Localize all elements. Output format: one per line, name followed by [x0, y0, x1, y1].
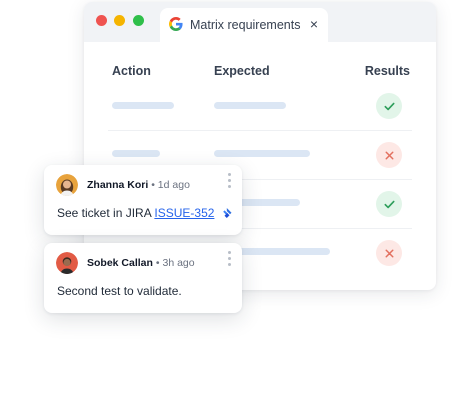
comment-meta: Sobek Callan • 3h ago [87, 257, 195, 269]
x-icon [385, 151, 393, 159]
result-fail-badge [376, 240, 402, 266]
action-placeholder-bar [112, 102, 174, 109]
column-header-action: Action [112, 64, 151, 78]
comment-author[interactable]: Sobek Callan [87, 257, 153, 269]
comment-card: Zhanna Kori • 1d ago See ticket in JIRA … [44, 165, 242, 235]
check-icon [383, 200, 395, 208]
expected-placeholder-bar [214, 150, 310, 157]
result-fail-badge [376, 142, 402, 168]
expected-placeholder-bar [214, 102, 286, 109]
browser-titlebar: Matrix requirements × [84, 2, 436, 42]
table-row [108, 82, 412, 131]
more-options-icon[interactable] [228, 251, 232, 267]
column-header-expected: Expected [214, 64, 270, 78]
column-header-results: Results [364, 64, 410, 78]
maximize-window-button[interactable] [133, 15, 144, 26]
user-avatar-icon [56, 174, 78, 196]
avatar [56, 174, 78, 196]
comment-time: 3h ago [162, 257, 195, 269]
comment-author[interactable]: Zhanna Kori [87, 179, 148, 191]
browser-tab[interactable]: Matrix requirements × [160, 8, 328, 42]
google-g-icon [169, 17, 183, 31]
minimize-window-button[interactable] [114, 15, 125, 26]
comment-text: Second test to validate. [57, 284, 182, 298]
meta-separator: • [155, 257, 160, 269]
jira-icon [222, 208, 232, 218]
more-options-icon[interactable] [228, 173, 232, 189]
tab-title: Matrix requirements [190, 18, 301, 32]
result-pass-badge [376, 93, 402, 119]
check-icon [383, 102, 395, 110]
close-tab-icon[interactable]: × [310, 16, 318, 32]
comment-text: See ticket in JIRA ISSUE-352 [57, 206, 233, 220]
x-icon [385, 249, 393, 257]
comment-time: 1d ago [157, 179, 190, 191]
comment-meta: Zhanna Kori • 1d ago [87, 179, 190, 191]
comment-card: Sobek Callan • 3h ago Second test to val… [44, 243, 242, 313]
result-pass-badge [376, 191, 402, 217]
avatar [56, 252, 78, 274]
comment-text-content: See ticket in JIRA [57, 206, 152, 220]
user-avatar-icon [56, 252, 78, 274]
close-window-button[interactable] [96, 15, 107, 26]
action-placeholder-bar [112, 150, 160, 157]
issue-link[interactable]: ISSUE-352 [154, 206, 214, 220]
meta-separator: • [151, 179, 155, 191]
